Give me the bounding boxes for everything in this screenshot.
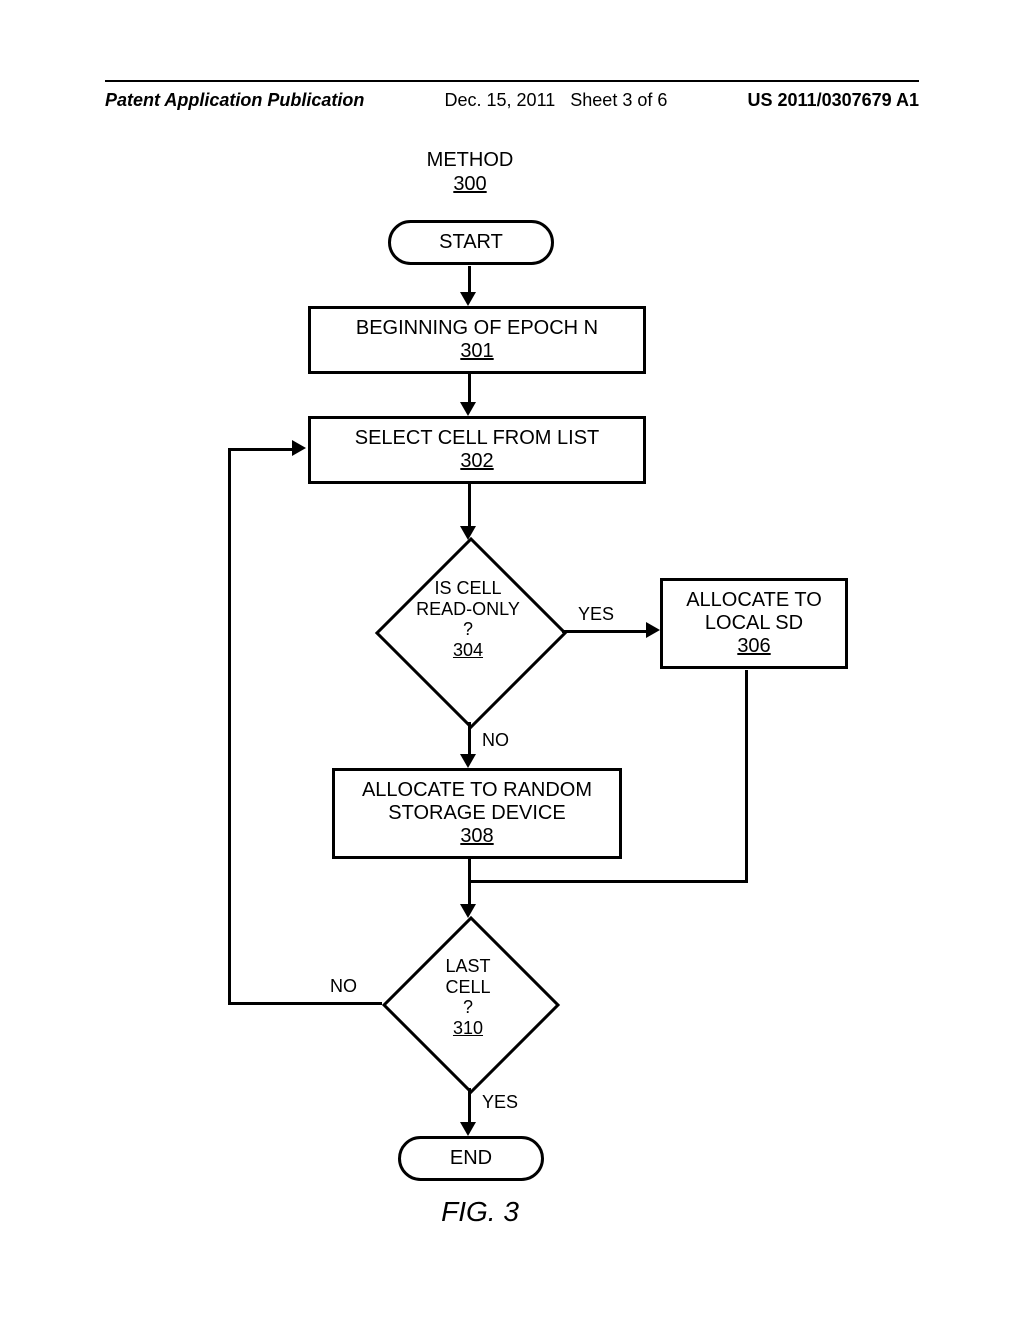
arrowhead-icon [646,622,660,638]
step-select-text: SELECT CELL FROM LIST [317,427,637,450]
start-label: START [439,231,503,253]
step-select-ref: 302 [317,450,637,473]
connector [228,1002,382,1005]
dec-last-l2: CELL [408,977,528,998]
connector [562,630,648,633]
dec-last-l3: ? [408,997,528,1018]
step-local-ref: 306 [669,635,839,658]
diagram-title: METHOD 300 [380,148,560,196]
edge-yes-1: YES [578,604,614,625]
dec-ro-ref: 304 [398,640,538,661]
step-random-ref: 308 [341,825,613,848]
header-center: Dec. 15, 2011 Sheet 3 of 6 [445,90,668,111]
connector [228,448,231,1002]
connector [468,858,471,906]
title-ref: 300 [380,172,560,196]
terminator-start: START [388,220,554,265]
end-label: END [450,1147,492,1169]
decision-read-only-label: IS CELL READ-ONLY ? 304 [398,578,538,661]
process-beginning-epoch: BEGINNING OF EPOCH N 301 [308,306,646,374]
arrowhead-icon [460,904,476,918]
dec-ro-l1: IS CELL [398,578,538,599]
title-text: METHOD [380,148,560,172]
page-header: Patent Application Publication Dec. 15, … [105,80,919,111]
arrowhead-icon [460,402,476,416]
dec-last-ref: 310 [408,1018,528,1039]
process-allocate-local: ALLOCATE TO LOCAL SD 306 [660,578,848,669]
dec-ro-l3: ? [398,619,538,640]
connector [468,1088,471,1124]
step-random-l1: ALLOCATE TO RANDOM [341,779,613,802]
step-epoch-ref: 301 [317,340,637,363]
dec-ro-l2: READ-ONLY [398,599,538,620]
figure-caption: FIG. 3 [420,1196,540,1228]
step-epoch-text: BEGINNING OF EPOCH N [317,317,637,340]
arrowhead-icon [460,292,476,306]
dec-last-l1: LAST [408,956,528,977]
step-local-l2: LOCAL SD [669,612,839,635]
patent-page: Patent Application Publication Dec. 15, … [0,0,1024,1320]
arrowhead-icon [460,754,476,768]
connector [745,670,748,880]
connector [468,266,471,294]
connector [228,448,294,451]
edge-no-2: NO [330,976,357,997]
connector [470,880,748,883]
terminator-end: END [398,1136,544,1181]
connector [468,722,471,756]
process-select-cell: SELECT CELL FROM LIST 302 [308,416,646,484]
connector [468,484,471,528]
edge-no-1: NO [482,730,509,751]
process-allocate-random: ALLOCATE TO RANDOM STORAGE DEVICE 308 [332,768,622,859]
decision-last-cell-label: LAST CELL ? 310 [408,956,528,1039]
header-left: Patent Application Publication [105,90,364,111]
connector [468,374,471,404]
step-random-l2: STORAGE DEVICE [341,802,613,825]
arrowhead-icon [460,1122,476,1136]
header-date: Dec. 15, 2011 [445,90,556,110]
arrowhead-icon [292,440,306,456]
header-right: US 2011/0307679 A1 [748,90,919,111]
edge-yes-2: YES [482,1092,518,1113]
header-sheet: Sheet 3 of 6 [570,90,667,110]
step-local-l1: ALLOCATE TO [669,589,839,612]
